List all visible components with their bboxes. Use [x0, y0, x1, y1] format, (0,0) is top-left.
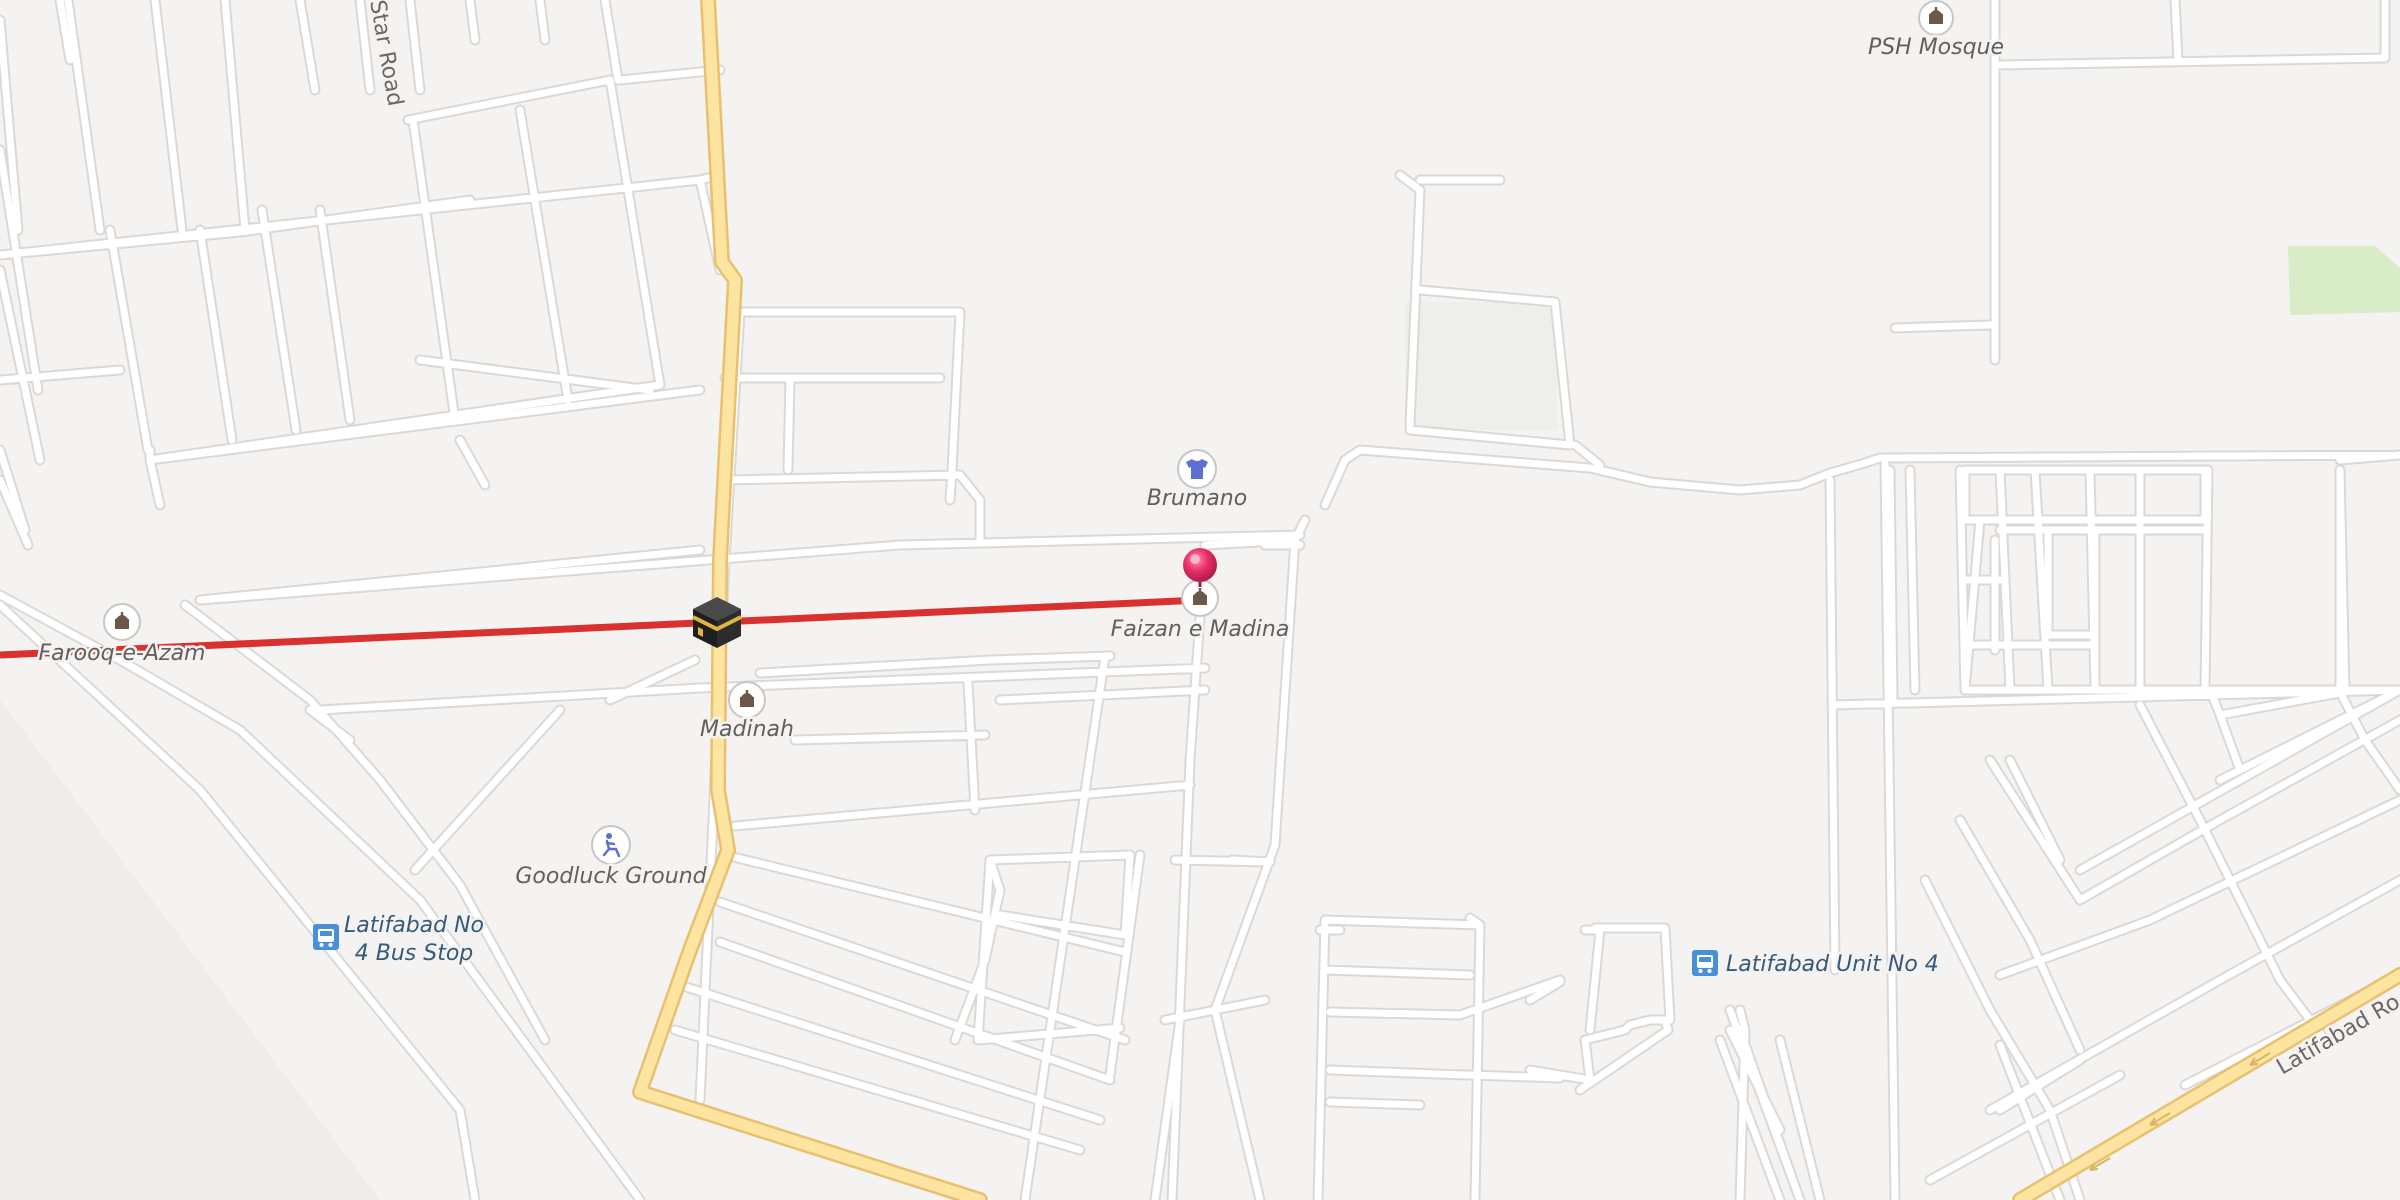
poi-label: Brumano: [1147, 486, 1247, 511]
mosque-icon: [103, 603, 141, 641]
mosque-icon: [728, 681, 766, 719]
park-area: [2288, 246, 2400, 315]
poi-label: Goodluck Ground: [515, 864, 707, 889]
poi-label: PSH Mosque: [1868, 35, 2004, 60]
poi-label: Faizan e Madina: [1111, 617, 1290, 642]
transit-latifabad-unit-no-4[interactable]: Latifabad Unit No 4: [1692, 950, 1941, 980]
transit-label-line-1: Latifabad No: [344, 913, 484, 938]
transit-label: Latifabad No: [344, 913, 484, 938]
transit-label: Latifabad Unit No 4: [1726, 952, 1939, 977]
transit-label-line-2: 4 Bus Stop: [355, 941, 474, 966]
field-area: [1405, 302, 1557, 430]
transit-label: 4 Bus Stop: [355, 941, 474, 966]
mosque-icon: [1918, 0, 1954, 36]
shirt-icon: [1177, 449, 1217, 489]
sports-icon: [591, 825, 631, 865]
bus-stop-icon: [313, 924, 339, 950]
poi-label: Farooq-e-Azam: [39, 641, 206, 666]
bus-stop-icon: [1692, 950, 1718, 976]
map-canvas[interactable]: Star Road Latifabad Ro PSH Mosque Bruman…: [0, 0, 2400, 1200]
poi-label: Madinah: [700, 717, 794, 742]
